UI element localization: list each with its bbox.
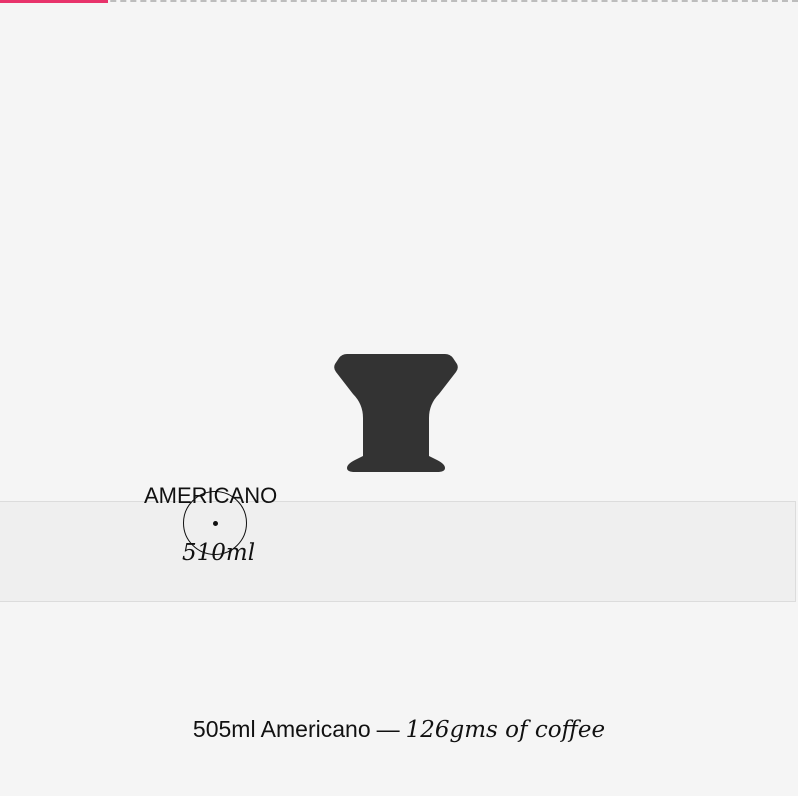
coffee-calculator: AMERICANO 510ml 505ml Americano —126gms o… xyxy=(0,0,798,796)
cup-shape xyxy=(334,354,458,472)
drink-summary-text: 505ml Americano xyxy=(192,716,371,742)
summary-separator: — xyxy=(376,716,400,742)
recipe-summary: 505ml Americano —126gms of coffee xyxy=(0,716,798,743)
slider-handle-dot xyxy=(212,520,218,526)
size-slider-track[interactable] xyxy=(0,501,796,602)
progress-fill xyxy=(0,0,108,3)
progress-track xyxy=(0,0,798,2)
volume-label: 510ml xyxy=(182,540,256,566)
coffee-amount-text: 126gms of coffee xyxy=(405,717,606,743)
espresso-cup-icon xyxy=(334,354,458,472)
